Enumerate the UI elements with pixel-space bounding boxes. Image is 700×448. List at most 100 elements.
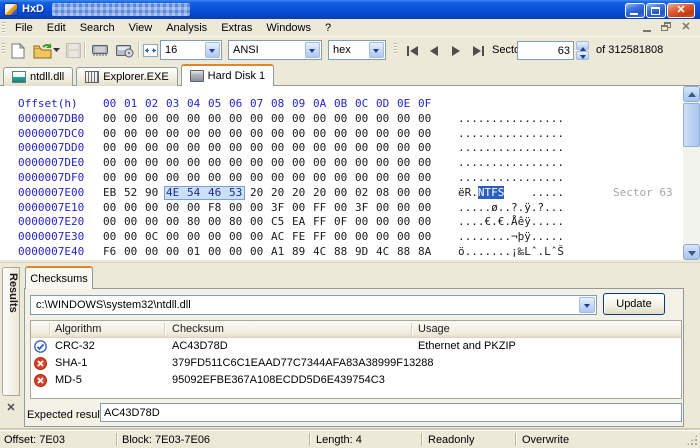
hex-byte[interactable]: 00 [355, 230, 376, 245]
hex-byte[interactable]: F8 [208, 201, 229, 216]
hex-byte[interactable]: 00 [418, 215, 439, 230]
hex-byte[interactable]: 3F [271, 201, 292, 216]
hex-byte[interactable]: EB [103, 186, 124, 201]
menu-item-[interactable]: ? [318, 21, 338, 35]
menu-item-search[interactable]: Search [73, 21, 122, 35]
hex-byte[interactable]: 00 [187, 141, 208, 156]
hex-byte[interactable]: 00 [418, 156, 439, 171]
title-bar[interactable]: HxD ✕ [0, 0, 700, 19]
hex-byte[interactable]: 4C [313, 245, 334, 260]
hex-byte[interactable]: 00 [250, 245, 271, 260]
hex-byte[interactable]: 00 [250, 141, 271, 156]
hex-byte[interactable]: 00 [166, 127, 187, 142]
results-side-tab[interactable]: Results [2, 267, 20, 396]
hex-byte[interactable]: 00 [376, 201, 397, 216]
hex-byte[interactable]: 00 [124, 156, 145, 171]
combo-dropdown-button[interactable] [369, 42, 384, 58]
hex-byte[interactable]: 00 [145, 156, 166, 171]
checksum-row[interactable]: MD-595092EFBE367A108ECDD5D6E439754C3 [31, 372, 681, 389]
hex-byte[interactable]: FF [313, 230, 334, 245]
column-header-checksum[interactable]: Checksum [172, 323, 224, 335]
hex-byte[interactable]: 00 [208, 112, 229, 127]
hex-byte[interactable]: EA [292, 215, 313, 230]
hex-byte[interactable]: 00 [355, 215, 376, 230]
hex-byte[interactable]: 00 [292, 141, 313, 156]
hex-ascii[interactable]: ................ [458, 127, 564, 142]
hex-ascii[interactable]: ................ [458, 171, 564, 186]
hex-byte[interactable]: 00 [145, 127, 166, 142]
hex-byte[interactable]: 00 [208, 215, 229, 230]
hex-byte[interactable]: 00 [355, 112, 376, 127]
hex-byte[interactable]: 00 [166, 215, 187, 230]
hex-byte[interactable]: 00 [397, 186, 418, 201]
hex-byte[interactable]: 00 [250, 127, 271, 142]
hex-byte[interactable]: 00 [103, 141, 124, 156]
hex-byte[interactable]: 00 [229, 230, 250, 245]
hex-byte[interactable]: 00 [292, 127, 313, 142]
tab-hard-disk-1[interactable]: Hard Disk 1 [181, 64, 274, 86]
hex-byte[interactable]: 00 [208, 171, 229, 186]
hex-byte[interactable]: 00 [418, 171, 439, 186]
hex-byte[interactable]: 00 [103, 156, 124, 171]
hex-byte[interactable]: 00 [250, 230, 271, 245]
hex-ascii[interactable]: .....ø..?.ÿ.?... [458, 201, 564, 216]
hex-byte[interactable]: 00 [334, 156, 355, 171]
nav-first-button[interactable] [402, 41, 422, 60]
encoding-select[interactable]: ANSI [228, 40, 322, 60]
hex-byte[interactable]: 00 [355, 141, 376, 156]
hex-byte[interactable]: 46 [208, 186, 229, 201]
hex-byte[interactable]: 00 [271, 112, 292, 127]
scroll-up-button[interactable] [683, 86, 700, 102]
hex-byte[interactable]: 00 [124, 141, 145, 156]
results-close-button[interactable]: ✕ [4, 401, 18, 415]
hex-byte[interactable]: 00 [376, 127, 397, 142]
hex-byte[interactable]: 00 [397, 156, 418, 171]
hex-byte[interactable]: C5 [271, 215, 292, 230]
hex-byte[interactable]: 00 [208, 141, 229, 156]
toolbar-grip[interactable] [394, 43, 397, 54]
hex-byte[interactable]: 00 [313, 156, 334, 171]
hex-byte[interactable]: 80 [187, 215, 208, 230]
close-button[interactable]: ✕ [667, 3, 695, 18]
hex-byte[interactable]: 80 [229, 215, 250, 230]
hex-byte[interactable]: 20 [250, 186, 271, 201]
hex-byte[interactable]: 00 [397, 171, 418, 186]
hex-byte[interactable]: 00 [376, 141, 397, 156]
spinner-down-button[interactable] [576, 51, 589, 60]
hex-byte[interactable]: 20 [292, 186, 313, 201]
hex-scrollbar[interactable] [683, 86, 700, 260]
column-header-algorithm[interactable]: Algorithm [55, 323, 101, 335]
hex-byte[interactable]: 00 [271, 141, 292, 156]
hex-byte[interactable]: 00 [334, 171, 355, 186]
hex-ascii[interactable]: ................ [458, 141, 564, 156]
hex-byte[interactable]: 00 [418, 186, 439, 201]
hex-byte[interactable]: 00 [229, 171, 250, 186]
hex-byte[interactable]: 00 [313, 141, 334, 156]
hex-byte[interactable]: 00 [229, 201, 250, 216]
mdi-close-button[interactable]: ✕ [678, 21, 694, 34]
hex-byte[interactable]: 00 [166, 141, 187, 156]
combo-dropdown-button[interactable] [579, 297, 595, 313]
menu-item-analysis[interactable]: Analysis [159, 21, 214, 35]
hex-byte[interactable]: 00 [376, 215, 397, 230]
menu-item-windows[interactable]: Windows [259, 21, 318, 35]
hex-byte[interactable]: 00 [397, 230, 418, 245]
hex-ascii[interactable]: ................ [458, 156, 564, 171]
hex-byte[interactable]: 00 [145, 141, 166, 156]
hex-byte[interactable]: FF [313, 201, 334, 216]
hex-byte[interactable]: 08 [376, 186, 397, 201]
hex-byte[interactable]: 01 [187, 245, 208, 260]
scroll-down-button[interactable] [683, 244, 700, 260]
hex-byte[interactable]: 00 [250, 215, 271, 230]
expected-result-input[interactable] [100, 403, 682, 422]
hex-byte[interactable]: 52 [124, 186, 145, 201]
hex-byte[interactable]: 00 [292, 171, 313, 186]
combo-dropdown-button[interactable] [205, 42, 220, 58]
hex-byte[interactable]: 54 [187, 186, 208, 201]
combo-dropdown-button[interactable] [305, 42, 320, 58]
hex-byte[interactable]: 00 [250, 171, 271, 186]
hex-byte[interactable]: 00 [397, 127, 418, 142]
bytes-per-row-select[interactable]: 16 [160, 40, 222, 60]
hex-byte[interactable]: 00 [208, 230, 229, 245]
hex-byte[interactable]: 0F [334, 215, 355, 230]
